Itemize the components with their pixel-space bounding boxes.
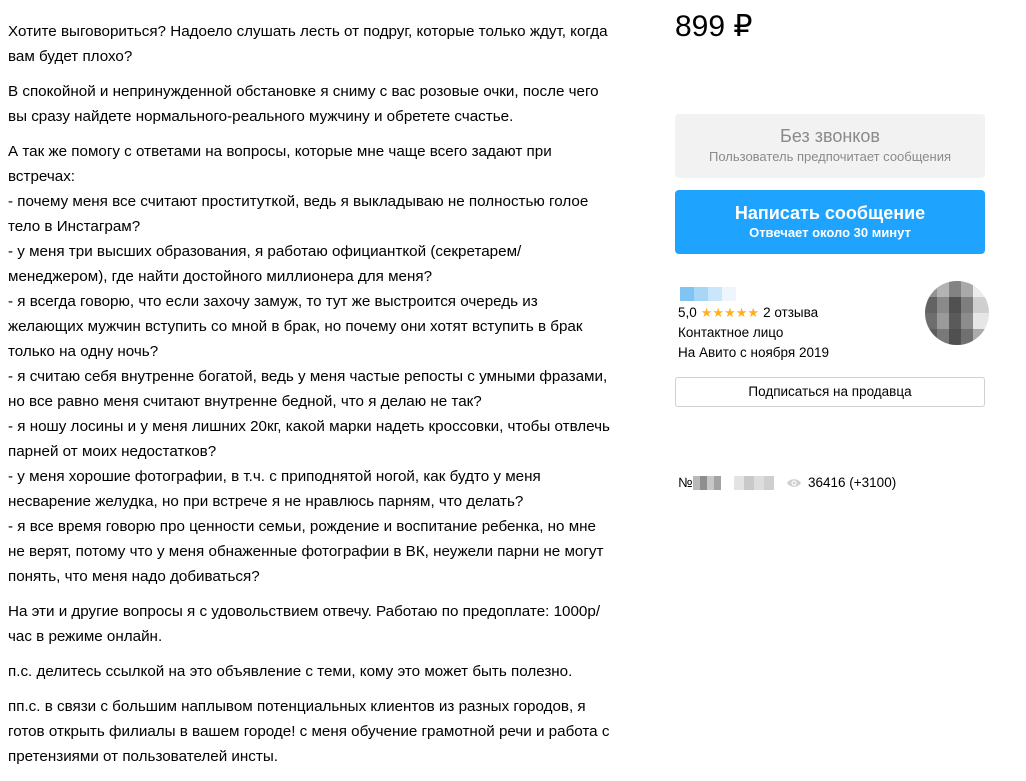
seller-card: 5,0 ★★★★★ 2 отзыва Контактное лицо На Авит… [678,281,989,365]
description-paragraph: В спокойной и непринужденной обстановке … [8,83,599,125]
no-calls-title: Без звонков [780,126,880,146]
response-time-label: Отвечает около 30 минут [749,225,911,240]
seller-rating[interactable]: 5,0 ★★★★★ 2 отзыва [678,304,818,322]
seller-since: На Авито с ноября 2019 [678,345,829,360]
write-message-button[interactable]: Написать сообщение Отвечает около 30 мин… [675,190,985,254]
reviews-count: 2 отзыва [763,305,819,320]
seller-type: Контактное лицо [678,325,784,340]
rating-stars-icon: ★★★★★ [700,305,760,320]
description-paragraph: Хотите выговориться? Надоело слушать лес… [8,23,608,65]
listing-number-prefix: № [678,475,693,490]
no-calls-subtitle: Пользователь предпочитает сообщения [708,149,951,164]
seller-name-pixelated[interactable] [680,287,738,301]
eye-icon [787,479,801,487]
listing-description: Хотите выговориться? Надоело слушать лес… [8,19,653,779]
description-paragraph: На эти и другие вопросы я с удовольствие… [8,603,601,645]
views-count: 36416 (+3100) [808,475,897,490]
avatar[interactable] [925,281,989,345]
description-paragraph: п.с. делитесь ссылкой на это объявление … [8,663,573,680]
listing-number-pixelated [734,476,774,490]
description-paragraph: пп.с. в связи с большим наплывом потенци… [8,698,610,765]
no-calls-notice: Без звонков Пользователь предпочитает со… [675,114,985,178]
write-message-label: Написать сообщение [734,203,926,223]
listing-price: 899 ₽ [675,10,753,43]
description-paragraph: А так же помогу с ответами на вопросы, к… [8,143,610,585]
listing-number-pixelated [693,476,721,490]
rating-value: 5,0 [678,305,697,320]
subscribe-button[interactable]: Подписаться на продавца [675,377,985,407]
